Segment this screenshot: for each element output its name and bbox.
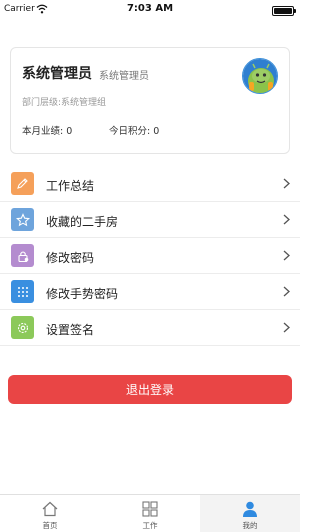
menu-item-label: 设置签名 [46,323,95,337]
menu-item-label: 收藏的二手房 [46,215,119,229]
gesture-grid-icon [11,280,34,303]
profile-card: 系统管理员 系统管理员 部门层级:系统管理组 本月业绩: 0 今日积分: 0 [10,47,290,154]
home-icon [42,501,58,517]
menu-item-favorite-houses[interactable]: 收藏的二手房 [0,202,300,238]
user-icon [243,501,257,517]
gear-icon [11,316,34,339]
tab-mine[interactable]: 我的 [200,495,300,532]
pencil-icon [11,172,34,195]
chevron-right-icon [283,214,290,225]
grid-icon [142,501,158,517]
clock: 7:03 AM [126,3,174,14]
chevron-right-icon [283,322,290,333]
tab-label: 我的 [242,521,258,530]
tab-label: 首页 [42,521,58,530]
battery-icon [272,6,296,16]
chevron-right-icon [283,250,290,261]
user-name: 系统管理员 [22,66,92,82]
user-role: 系统管理员 [99,71,149,82]
menu-item-label: 工作总结 [46,179,95,193]
lock-icon [11,244,34,267]
star-icon [11,208,34,231]
chevron-right-icon [283,178,290,189]
logout-button[interactable]: 退出登录 [8,375,292,404]
menu-list: 工作总结 收藏的二手房 修改密码 修改手势密码 设置签名 [0,166,300,346]
menu-item-change-gesture-password[interactable]: 修改手势密码 [0,274,300,310]
tab-home[interactable]: 首页 [0,495,100,532]
tab-work[interactable]: 工作 [100,495,200,532]
daily-points: 今日积分: 0 [109,126,160,137]
bottom-tab-bar: 首页 工作 我的 [0,494,300,532]
avatar[interactable] [242,58,278,94]
chevron-right-icon [283,286,290,297]
android-avatar-icon [243,59,277,93]
menu-item-label: 修改手势密码 [46,287,119,301]
monthly-performance: 本月业绩: 0 [22,126,73,137]
status-bar: Carrier 7:03 AM [0,0,300,20]
menu-item-work-summary[interactable]: 工作总结 [0,166,300,202]
department-level: 部门层级:系统管理组 [22,98,107,108]
menu-item-label: 修改密码 [46,251,95,265]
menu-item-set-signature[interactable]: 设置签名 [0,310,300,346]
menu-item-change-password[interactable]: 修改密码 [0,238,300,274]
logout-label: 退出登录 [125,383,174,397]
tab-label: 工作 [142,521,158,530]
